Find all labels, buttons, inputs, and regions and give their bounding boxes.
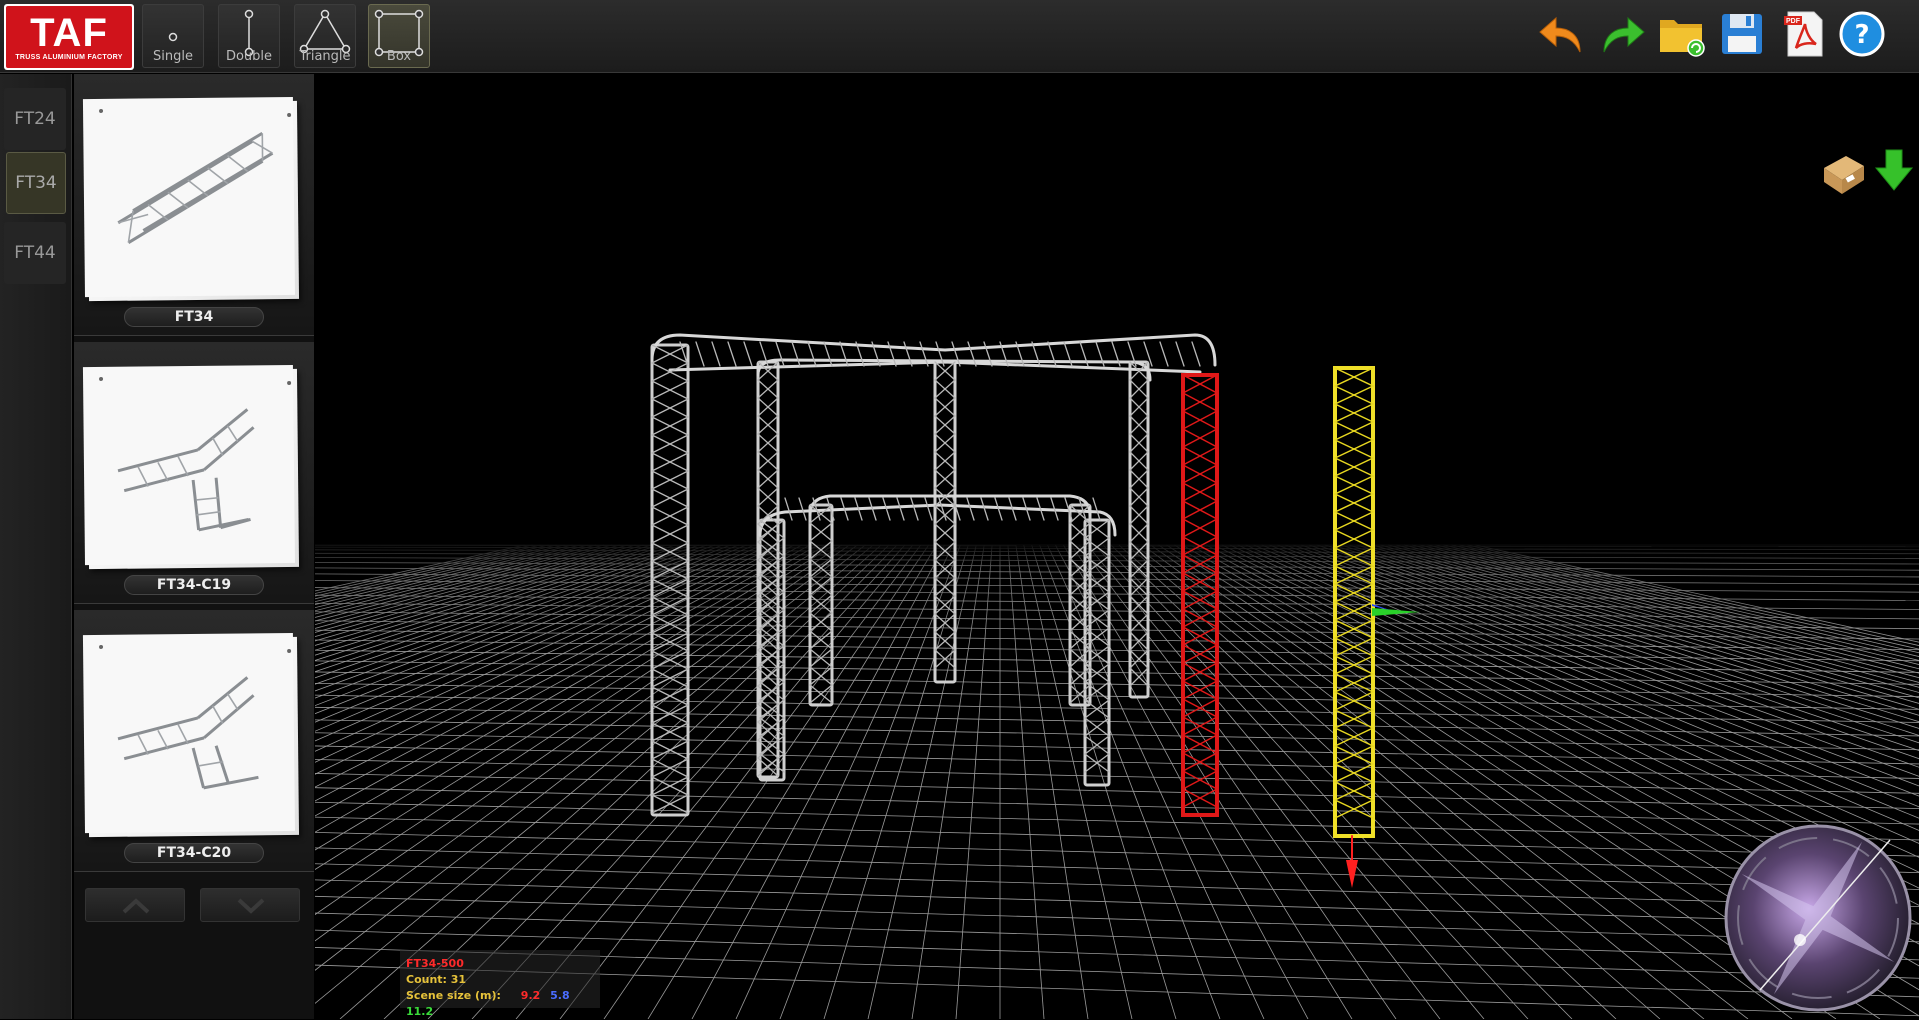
truss-thumbnail — [87, 369, 299, 569]
chevron-up-icon — [122, 898, 150, 914]
truss-catalog-panel: FT34 FT34-C19 — [74, 74, 314, 1019]
truss-type-label: Triangle — [295, 49, 355, 64]
scene-size-z: 11.2 — [406, 1005, 433, 1018]
scene-size-x: 9.2 — [521, 989, 541, 1002]
green-down-arrow-icon[interactable] — [1870, 146, 1918, 194]
logo-subtext: TRUSS ALUMINIUM FACTORY — [15, 54, 122, 61]
catalog-item-ft34[interactable]: FT34 — [74, 74, 314, 336]
floppy-save-icon[interactable] — [1716, 8, 1768, 60]
corner-truss-icon — [87, 637, 299, 837]
3d-viewport[interactable] — [315, 74, 1919, 1019]
catalog-scroll-up-button[interactable] — [85, 888, 185, 922]
top-toolbar: TAF TRUSS ALUMINIUM FACTORY Single Doubl… — [0, 0, 1919, 73]
scene-size-label: Scene size (m): — [406, 989, 501, 1002]
truss-type-double-button[interactable]: Double — [218, 4, 280, 68]
logo-text: TAF — [30, 13, 108, 53]
package-box-icon[interactable] — [1820, 148, 1868, 196]
truss-type-label: Double — [219, 49, 279, 64]
tab-ft44[interactable]: FT44 — [4, 222, 66, 284]
help-question-icon[interactable]: ? — [1836, 8, 1888, 60]
catalog-scroll-down-button[interactable] — [200, 888, 300, 922]
catalog-item-label: FT34-C20 — [124, 843, 264, 863]
selected-item-name: FT34-500 — [406, 956, 594, 972]
catalog-item-ft34-c20[interactable]: FT34-C20 — [74, 610, 314, 872]
straight-truss-icon — [87, 101, 299, 301]
scene-info-panel: FT34-500 Count: 31 Scene size (m): 9.2 5… — [400, 950, 600, 1008]
truss-type-box-button[interactable]: Box — [368, 4, 430, 68]
open-folder-icon[interactable] — [1656, 8, 1708, 60]
camera-navigation-gizmo[interactable] — [1720, 820, 1916, 1016]
series-tab-column: FT24 FT34 FT44 — [0, 74, 72, 1019]
tab-ft24[interactable]: FT24 — [4, 88, 66, 150]
item-count: Count: 31 — [406, 972, 594, 988]
pdf-export-icon[interactable]: PDF — [1778, 8, 1830, 60]
truss-thumbnail — [87, 637, 299, 837]
catalog-item-ft34-c19[interactable]: FT34-C19 — [74, 342, 314, 604]
svg-text:?: ? — [1854, 20, 1869, 50]
taf-logo: TAF TRUSS ALUMINIUM FACTORY — [4, 4, 134, 70]
tab-ft34[interactable]: FT34 — [6, 152, 66, 214]
catalog-item-label: FT34-C19 — [124, 575, 264, 595]
scene-canvas[interactable] — [315, 74, 1919, 1019]
truss-thumbnail — [87, 101, 299, 301]
truss-type-label: Single — [143, 49, 203, 64]
corner-truss-icon — [87, 369, 299, 569]
truss-type-triangle-button[interactable]: Triangle — [294, 4, 356, 68]
catalog-item-label: FT34 — [124, 307, 264, 327]
chevron-down-icon — [237, 898, 265, 914]
svg-text:PDF: PDF — [1786, 18, 1801, 25]
redo-arrow-icon[interactable] — [1596, 8, 1648, 60]
truss-type-single-button[interactable]: Single — [142, 4, 204, 68]
scene-size-row: Scene size (m): 9.2 5.8 11.2 — [406, 988, 594, 1020]
scene-size-y: 5.8 — [550, 989, 570, 1002]
truss-type-label: Box — [369, 49, 429, 64]
undo-arrow-icon[interactable] — [1536, 8, 1588, 60]
